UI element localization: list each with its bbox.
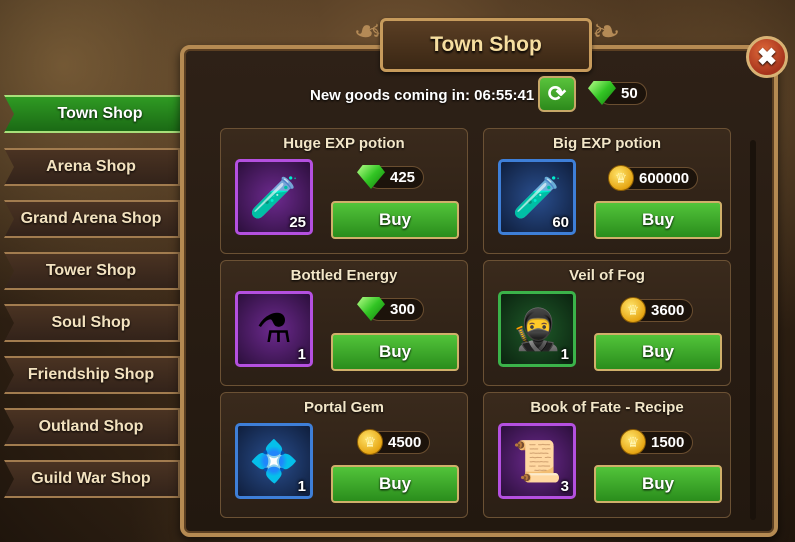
item-icon[interactable]: 🧪 25	[235, 159, 313, 235]
timer-value: 06:55:41	[474, 87, 535, 104]
buy-button[interactable]: Buy	[331, 201, 459, 239]
gold-coin-icon: ♛	[608, 165, 634, 191]
item-name: Big EXP potion	[552, 135, 662, 152]
close-button[interactable]: ✖	[746, 36, 788, 78]
scrollbar[interactable]	[750, 140, 756, 520]
item-quantity: 1	[297, 346, 306, 363]
item-quantity: 1	[297, 478, 306, 495]
gold-coin-icon: ♛	[357, 429, 383, 455]
tab-tower-shop[interactable]: Tower Shop	[4, 252, 180, 290]
refresh-timer: New goods coming in: 06:55:41	[310, 87, 534, 104]
item-price: 425	[357, 165, 425, 189]
close-icon: ✖	[756, 43, 778, 71]
gem-balance: 50	[588, 80, 648, 106]
item-name: Huge EXP potion	[283, 135, 405, 152]
item-quantity: 3	[560, 478, 569, 495]
wing-left-icon: ❧	[353, 13, 383, 51]
shop-item-card: Big EXP potion 🧪 60 ♛ 600000 Buy	[483, 128, 731, 254]
buy-button[interactable]: Buy	[594, 465, 722, 503]
tab-soul-shop[interactable]: Soul Shop	[4, 304, 180, 342]
refresh-icon: ⟳	[547, 81, 567, 106]
item-quantity: 60	[552, 214, 569, 231]
buy-button[interactable]: Buy	[594, 333, 722, 371]
tab-town-shop[interactable]: Town Shop	[4, 95, 198, 133]
item-icon[interactable]: 🧪 60	[498, 159, 576, 235]
scroll-icon: 📜	[512, 439, 562, 484]
page-title: Town Shop	[430, 33, 542, 56]
title-plate: Town Shop	[380, 18, 592, 72]
portal-gem-icon: 💠	[249, 439, 299, 484]
item-name: Book of Fate - Recipe	[530, 399, 684, 416]
buy-button[interactable]: Buy	[331, 465, 459, 503]
item-icon[interactable]: ⚗ 1	[235, 291, 313, 367]
item-name: Portal Gem	[303, 399, 385, 416]
shop-item-card: Portal Gem 💠 1 ♛ 4500 Buy	[220, 392, 468, 518]
shop-item-card: Book of Fate - Recipe 📜 3 ♛ 1500 Buy	[483, 392, 731, 518]
item-name: Bottled Energy	[290, 267, 398, 284]
wing-right-icon: ❧	[592, 13, 621, 51]
gold-coin-icon: ♛	[620, 429, 646, 455]
item-price: 300	[357, 297, 425, 321]
tab-friendship-shop[interactable]: Friendship Shop	[4, 356, 180, 394]
item-icon[interactable]: 📜 3	[498, 423, 576, 499]
tab-grand-arena-shop[interactable]: Grand Arena Shop	[4, 200, 180, 238]
item-icon[interactable]: 💠 1	[235, 423, 313, 499]
tab-guild-war-shop[interactable]: Guild War Shop	[4, 460, 180, 498]
shop-item-card: Huge EXP potion 🧪 25 425 Buy	[220, 128, 468, 254]
item-quantity: 1	[560, 346, 569, 363]
item-price: ♛ 1500	[620, 429, 694, 455]
item-price: ♛ 4500	[357, 429, 431, 455]
item-icon[interactable]: 🥷 1	[498, 291, 576, 367]
buy-button[interactable]: Buy	[594, 201, 722, 239]
shop-item-card: Bottled Energy ⚗ 1 300 Buy	[220, 260, 468, 386]
tab-outland-shop[interactable]: Outland Shop	[4, 408, 180, 446]
gold-coin-icon: ♛	[620, 297, 646, 323]
shop-item-card: Veil of Fog 🥷 1 ♛ 3600 Buy	[483, 260, 731, 386]
tab-arena-shop[interactable]: Arena Shop	[4, 148, 180, 186]
timer-label: New goods coming in:	[310, 87, 470, 104]
item-quantity: 25	[289, 214, 306, 231]
item-price: ♛ 600000	[608, 165, 699, 191]
item-price: ♛ 3600	[620, 297, 694, 323]
refresh-button[interactable]: ⟳	[538, 76, 576, 112]
buy-button[interactable]: Buy	[331, 333, 459, 371]
flask-icon: ⚗	[256, 307, 292, 351]
item-name: Veil of Fog	[569, 267, 645, 284]
cloak-icon: 🥷	[512, 307, 562, 352]
